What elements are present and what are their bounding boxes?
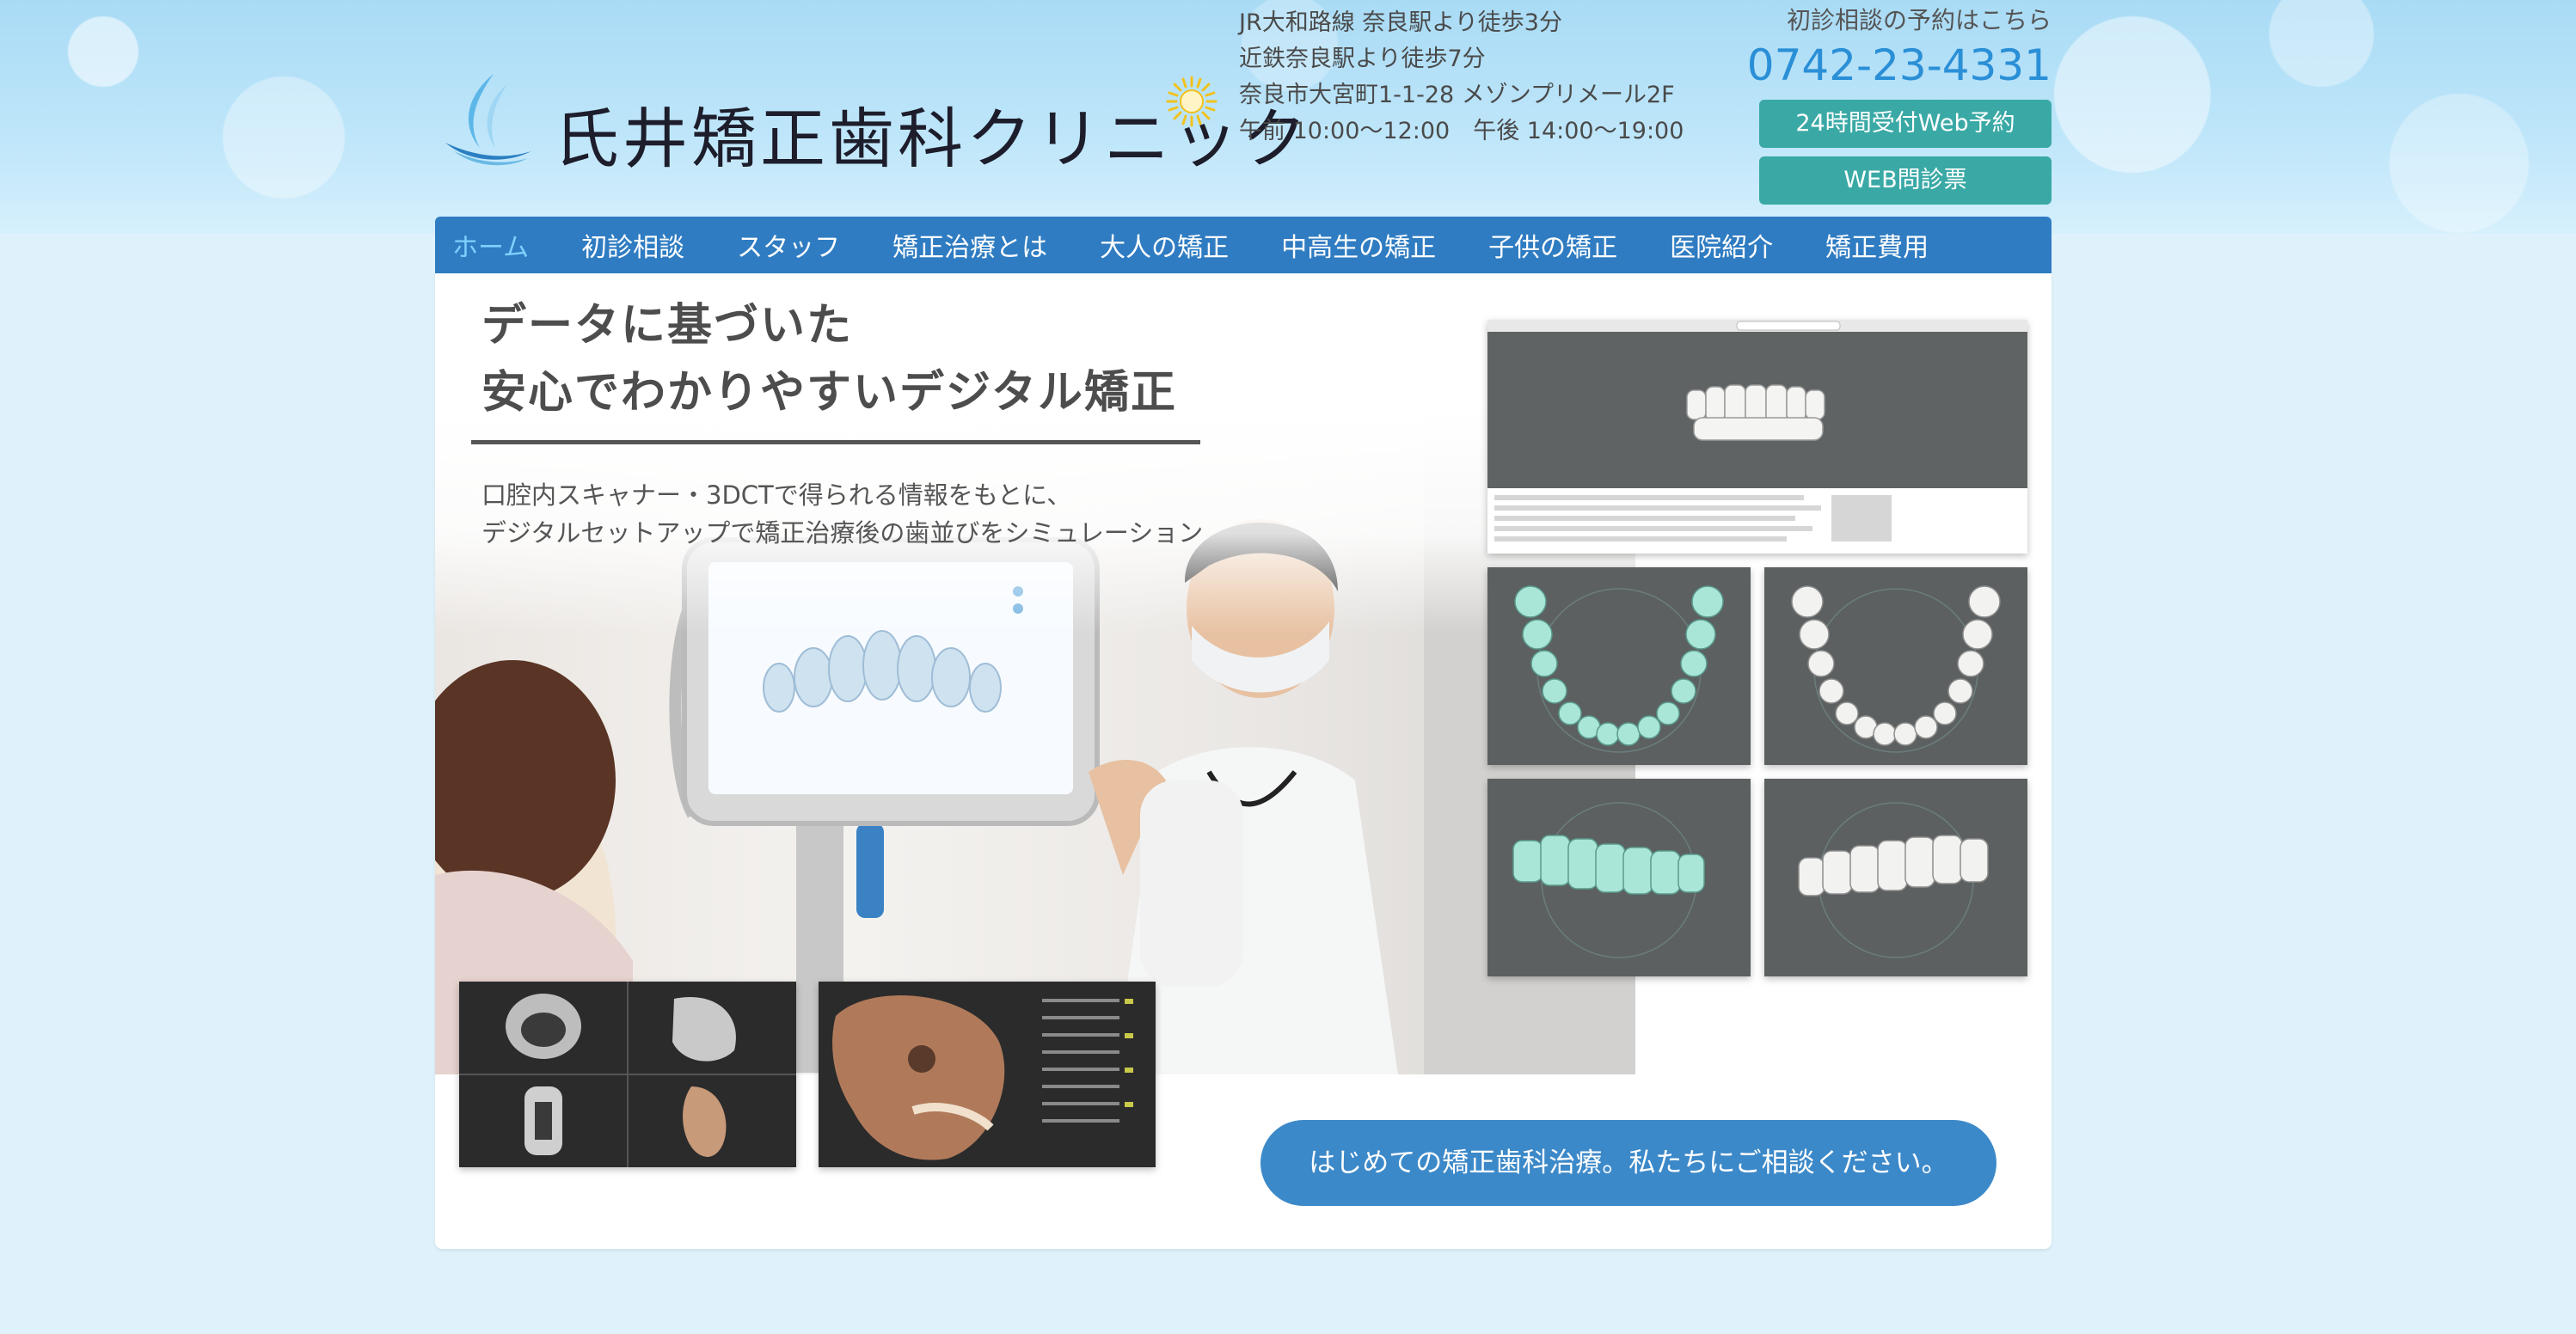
ct-3d-skull-image bbox=[832, 995, 1133, 1160]
nav-item-about-orthodontics[interactable]: 矯正治療とは bbox=[892, 226, 1047, 264]
hero-subtitle-line-2: デジタルセットアップで矯正治療後の歯並びをシミュレーション bbox=[481, 518, 1204, 548]
lower-arch-white-panel bbox=[1764, 567, 2027, 765]
upper-arch-teal-panel bbox=[1487, 567, 1751, 765]
side-view-white-panel bbox=[1764, 779, 2027, 976]
nav-item-teen[interactable]: 中高生の矯正 bbox=[1281, 226, 1436, 264]
hero-title-line-2: 安心でわかりやすいデジタル矯正 bbox=[481, 367, 1177, 419]
page-container: 氏井矯正歯科クリニック JR大和路線 奈良駅より徒歩3分 近鉄奈良駅より徒歩7分… bbox=[435, 0, 2052, 1334]
phone-number[interactable]: 0742-23-4331 bbox=[1747, 40, 2052, 91]
side-view-teal-image bbox=[1512, 802, 1705, 958]
wave-logo-icon bbox=[445, 74, 531, 166]
web-questionnaire-button[interactable]: WEB問診票 bbox=[1759, 156, 2052, 205]
contact-label: 初診相談の予約はこちら bbox=[1786, 6, 2052, 34]
nav-item-staff[interactable]: スタッフ bbox=[737, 226, 840, 264]
nav-item-home[interactable]: ホーム bbox=[452, 226, 529, 264]
setup-software-screenshot bbox=[1487, 320, 2027, 542]
access-info: JR大和路線 奈良駅より徒歩3分 近鉄奈良駅より徒歩7分 奈良市大宮町1-1-2… bbox=[1239, 5, 1684, 150]
side-view-teal-panel bbox=[1487, 779, 1751, 976]
access-line-train-jr: JR大和路線 奈良駅より徒歩3分 bbox=[1239, 9, 1562, 36]
hero-subtitle: 口腔内スキャナー・3DCTで得られる情報をもとに、 デジタルセットアップで矯正治… bbox=[481, 476, 1203, 552]
nav-item-clinic[interactable]: 医院紹介 bbox=[1670, 226, 1773, 264]
hero-title-underline bbox=[471, 440, 1200, 444]
nav-item-fees[interactable]: 矯正費用 bbox=[1825, 226, 1929, 264]
side-view-white-image bbox=[1798, 802, 1989, 958]
contact-box: 初診相談の予約はこちら 0742-23-4331 24時間受付Web予約 WEB… bbox=[1742, 3, 2052, 205]
lower-arch-white-image bbox=[1791, 585, 2001, 753]
hero-title-line-1: データに基づいた bbox=[481, 300, 854, 352]
clinic-logo[interactable]: 氏井矯正歯科クリニック bbox=[442, 69, 1307, 177]
ct-slices-image bbox=[459, 982, 796, 1167]
setup-software-panel bbox=[1487, 320, 2027, 554]
phone-row[interactable]: 0742-23-4331 bbox=[1742, 40, 2052, 91]
nav-item-adult[interactable]: 大人の矯正 bbox=[1100, 226, 1229, 264]
sun-icon bbox=[1166, 76, 1217, 127]
hero-title: データに基づいた 安心でわかりやすいデジタル矯正 bbox=[481, 292, 1177, 426]
nav-item-first-consultation[interactable]: 初診相談 bbox=[581, 226, 684, 264]
ct-slices-panel bbox=[459, 982, 796, 1167]
first-visit-consultation-button[interactable]: はじめての矯正歯科治療。私たちにご相談ください。 bbox=[1260, 1120, 1996, 1206]
hero-subtitle-line-1: 口腔内スキャナー・3DCTで得られる情報をもとに、 bbox=[481, 480, 1072, 510]
hero-banner: データに基づいた 安心でわかりやすいデジタル矯正 口腔内スキャナー・3DCTで得… bbox=[435, 273, 2052, 1249]
access-line-train-kintetsu: 近鉄奈良駅より徒歩7分 bbox=[1239, 46, 1486, 72]
ct-3d-skull-panel bbox=[819, 982, 1156, 1167]
nav-item-child[interactable]: 子供の矯正 bbox=[1488, 226, 1617, 264]
access-line-hours: 午前 10:00〜12:00 午後 14:00〜19:00 bbox=[1239, 118, 1684, 144]
web-reservation-button[interactable]: 24時間受付Web予約 bbox=[1759, 100, 2052, 148]
upper-arch-teal-image bbox=[1514, 585, 1724, 753]
main-nav: ホーム 初診相談 スタッフ 矯正治療とは 大人の矯正 中高生の矯正 子供の矯正 … bbox=[435, 217, 2052, 273]
access-line-address: 奈良市大宮町1-1-28 メゾンプリメール2F bbox=[1239, 82, 1675, 108]
